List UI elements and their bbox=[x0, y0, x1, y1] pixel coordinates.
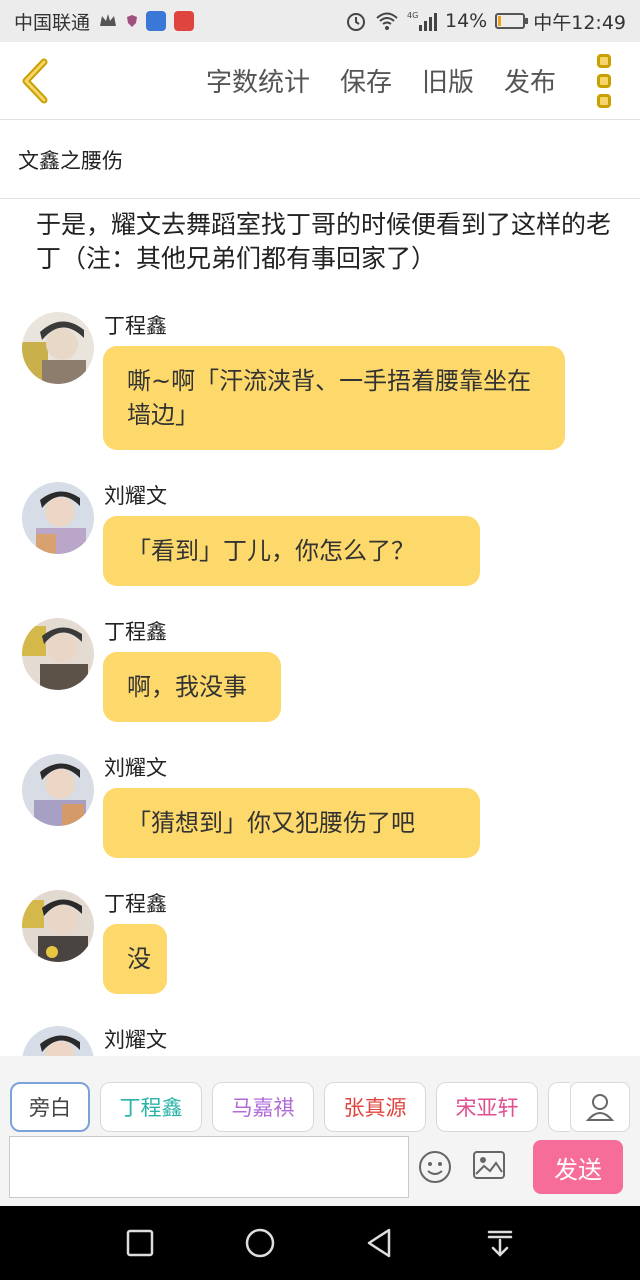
role-chip-overflow[interactable] bbox=[548, 1082, 570, 1132]
story-content[interactable]: 于是，耀文去舞蹈室找丁哥的时候便看到了这样的老丁（注：其他兄弟们都有事回家了） … bbox=[0, 200, 640, 1056]
battery-icon bbox=[495, 13, 529, 29]
avatar bbox=[22, 312, 94, 384]
app-notification-icon bbox=[146, 11, 167, 31]
speaker-name: 刘耀文 bbox=[104, 484, 167, 508]
message-bubble[interactable]: 没 bbox=[103, 924, 167, 994]
speaker-name: 丁程鑫 bbox=[104, 620, 167, 644]
battery-percent: 14% bbox=[445, 10, 488, 32]
avatar bbox=[22, 482, 94, 554]
clock: 中午12:49 bbox=[533, 11, 626, 34]
signal-icon: 4G bbox=[407, 11, 437, 31]
top-toolbar: 字数统计 保存 旧版 发布 bbox=[0, 42, 640, 120]
smiley-icon bbox=[419, 1151, 451, 1183]
triangle-back-icon bbox=[367, 1228, 391, 1258]
arrow-down-icon bbox=[487, 1230, 513, 1257]
role-chip[interactable]: 宋亚轩 bbox=[436, 1082, 538, 1132]
back-nav-button[interactable] bbox=[358, 1221, 402, 1265]
role-chip-narration[interactable]: 旁白 bbox=[10, 1082, 90, 1132]
avatar bbox=[22, 1026, 94, 1056]
shield-small-icon bbox=[127, 15, 138, 27]
chapter-title[interactable]: 文鑫之腰伤 bbox=[0, 121, 640, 199]
speaker-name: 刘耀文 bbox=[104, 756, 167, 780]
role-manager-button[interactable] bbox=[570, 1082, 630, 1132]
wifi-icon bbox=[376, 12, 398, 30]
compose-panel: 旁白 丁程鑫 马嘉祺 张真源 宋亚轩 发送 bbox=[0, 1056, 640, 1206]
message-input[interactable] bbox=[9, 1136, 409, 1198]
more-menu-button[interactable] bbox=[584, 42, 624, 120]
publish-button[interactable]: 发布 bbox=[504, 62, 556, 99]
message-bubble[interactable]: 嘶~啊「汗流浃背、一手捂着腰靠坐在墙边」 bbox=[103, 346, 565, 450]
avatar bbox=[22, 618, 94, 690]
alarm-icon bbox=[347, 13, 365, 31]
svg-text:4G: 4G bbox=[407, 11, 418, 20]
more-dot-icon bbox=[597, 93, 611, 108]
old-version-button[interactable]: 旧版 bbox=[422, 62, 474, 99]
more-dot-icon bbox=[597, 53, 611, 68]
word-count-button[interactable]: 字数统计 bbox=[206, 62, 310, 99]
system-nav-bar bbox=[0, 1206, 640, 1280]
speaker-name: 刘耀文 bbox=[104, 1028, 167, 1052]
message-bubble[interactable]: 「猜想到」你又犯腰伤了吧 bbox=[103, 788, 480, 858]
send-button[interactable]: 发送 bbox=[533, 1140, 623, 1194]
more-dot-icon bbox=[597, 73, 611, 88]
circle-icon bbox=[245, 1228, 275, 1258]
notification-pulldown-button[interactable] bbox=[478, 1221, 522, 1265]
role-chip[interactable]: 张真源 bbox=[324, 1082, 426, 1132]
speaker-name: 丁程鑫 bbox=[104, 892, 167, 916]
carrier-label: 中国联通 bbox=[14, 11, 91, 34]
back-button[interactable] bbox=[0, 42, 70, 120]
status-bar: 中国联通 4G 14% 中午12:49 bbox=[0, 0, 640, 42]
image-icon bbox=[473, 1151, 505, 1179]
chevron-left-icon bbox=[22, 58, 48, 103]
crown-icon bbox=[100, 14, 117, 26]
speaker-name: 丁程鑫 bbox=[104, 314, 167, 338]
user-icon bbox=[586, 1094, 614, 1121]
battery-level-fill bbox=[498, 16, 502, 26]
home-button[interactable] bbox=[238, 1221, 282, 1265]
avatar bbox=[22, 754, 94, 826]
narration-text[interactable]: 于是，耀文去舞蹈室找丁哥的时候便看到了这样的老丁（注：其他兄弟们都有事回家了） bbox=[36, 208, 616, 276]
recents-button[interactable] bbox=[118, 1221, 162, 1265]
message-bubble[interactable]: 啊，我没事 bbox=[103, 652, 281, 722]
image-button[interactable] bbox=[472, 1150, 506, 1184]
save-button[interactable]: 保存 bbox=[340, 62, 392, 99]
avatar bbox=[22, 890, 94, 962]
message-bubble[interactable]: 「看到」丁儿，你怎么了？ bbox=[103, 516, 480, 586]
role-chip[interactable]: 马嘉祺 bbox=[212, 1082, 314, 1132]
emoji-button[interactable] bbox=[418, 1150, 452, 1188]
role-selector: 旁白 丁程鑫 马嘉祺 张真源 宋亚轩 bbox=[10, 1082, 570, 1132]
role-chip[interactable]: 丁程鑫 bbox=[100, 1082, 202, 1132]
app-notification-icon-2 bbox=[174, 11, 195, 31]
square-icon bbox=[126, 1229, 154, 1257]
